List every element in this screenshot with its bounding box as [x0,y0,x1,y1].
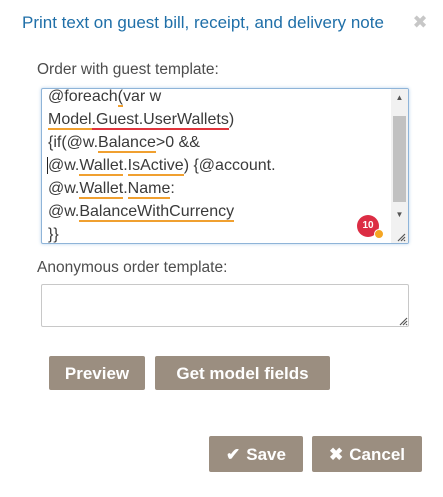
anonymous-template-label: Anonymous order template: [37,259,228,276]
code-token: UserWallets [143,111,229,130]
scrollbar-thumb[interactable] [393,116,406,202]
scroll-down-icon[interactable]: ▼ [391,206,408,223]
order-template-editor[interactable]: @foreach(var w Model.Guest.UserWallets) … [41,88,409,244]
anonymous-template-editor[interactable] [41,284,409,327]
check-icon: ✔ [226,445,241,464]
code-token: >0 && [155,134,200,151]
resize-grip-icon[interactable] [398,316,408,326]
dialog-title: Print text on guest bill, receipt, and d… [22,13,384,32]
code-content[interactable]: @foreach(var w Model.Guest.UserWallets) … [47,88,398,243]
cancel-label: Cancel [349,445,405,464]
code-token: var w [122,88,162,105]
code-token: Guest [96,111,139,130]
code-token: . [123,180,128,197]
preview-button[interactable]: Preview [49,356,145,390]
save-button[interactable]: ✔ Save [209,436,303,472]
editor-scrollbar[interactable]: ▲ ▼ [391,89,408,243]
code-token: . [123,157,128,174]
code-token: ) [228,111,235,128]
code-token: @w. [48,203,80,220]
code-token: Balance [98,134,156,153]
code-token: IsActive [127,157,184,176]
code-token: @foreach [48,88,118,105]
code-token: : [170,180,175,197]
resize-grip-icon[interactable] [396,232,406,242]
print-text-dialog: Print text on guest bill, receipt, and d… [0,0,443,497]
order-template-label: Order with guest template: [37,61,219,78]
code-token: ) {@account. [183,157,276,174]
code-token: Wallet [79,157,124,176]
scroll-up-icon[interactable]: ▲ [391,89,408,106]
code-token: @w. [48,157,80,174]
code-token: {if(@w. [48,134,99,151]
code-token: Model [48,111,92,130]
warning-dot [374,229,384,239]
code-token: Name [127,180,171,199]
get-model-fields-button[interactable]: Get model fields [155,356,330,390]
code-token: }} [48,226,59,243]
x-icon: ✖ [329,445,344,464]
close-icon[interactable]: ✖ [412,13,428,31]
code-token: BalanceWithCurrency [79,203,235,222]
code-token: Wallet [79,180,124,199]
cancel-button[interactable]: ✖ Cancel [312,436,422,472]
save-label: Save [246,445,286,464]
code-token: @w. [48,180,80,197]
